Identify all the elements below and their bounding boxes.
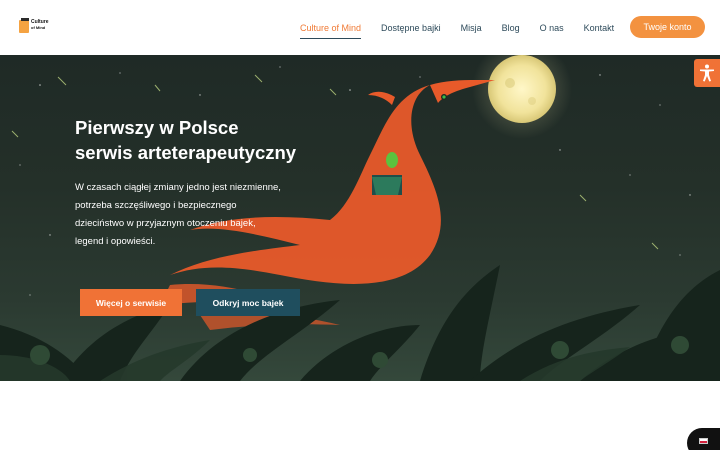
main-nav: Culture of Mind Dostępne bajki Misja Blo… [300, 0, 634, 55]
language-switcher[interactable] [687, 428, 720, 450]
hero-text-line: W czasach ciągłej zmiany jedno jest niez… [75, 182, 281, 193]
hero-description: W czasach ciągłej zmiany jedno jest niez… [75, 179, 325, 251]
logo[interactable]: Culture of Mind [19, 18, 51, 36]
nav-item-o-nas[interactable]: O nas [540, 23, 564, 33]
nav-item-blog[interactable]: Blog [502, 23, 520, 33]
nav-item-culture-of-mind[interactable]: Culture of Mind [300, 23, 362, 39]
hero-text-line: dzieciństwo w przyjaznym otoczeniu bajek… [75, 218, 256, 229]
accessibility-button[interactable] [694, 59, 720, 87]
site-header: Culture of Mind Culture of Mind Dostępne… [0, 0, 720, 55]
nav-item-kontakt[interactable]: Kontakt [584, 23, 615, 33]
more-about-service-button[interactable]: Więcej o serwisie [80, 289, 182, 316]
logo-text-line2: of Mind [31, 25, 46, 30]
hero-section: Pierwszy w Polsce serwis arteterapeutycz… [0, 55, 720, 381]
hero-title-line1: Pierwszy w Polsce [75, 117, 239, 138]
logo-mark-icon [19, 18, 29, 33]
polish-flag-icon [699, 438, 708, 444]
account-button[interactable]: Twoje konto [630, 16, 705, 38]
nav-item-misja[interactable]: Misja [461, 23, 482, 33]
hero-text-line: legend i opowieści. [75, 236, 156, 247]
hero-text-line: potrzeba szczęśliwego i bezpiecznego [75, 200, 237, 211]
nav-item-dostepne-bajki[interactable]: Dostępne bajki [381, 23, 441, 33]
hero-title: Pierwszy w Polsce serwis arteterapeutycz… [75, 115, 375, 165]
accessibility-icon [700, 64, 714, 82]
discover-fairytales-button[interactable]: Odkryj moc bajek [196, 289, 300, 316]
hero-title-line2: serwis arteterapeutyczny [75, 142, 297, 163]
